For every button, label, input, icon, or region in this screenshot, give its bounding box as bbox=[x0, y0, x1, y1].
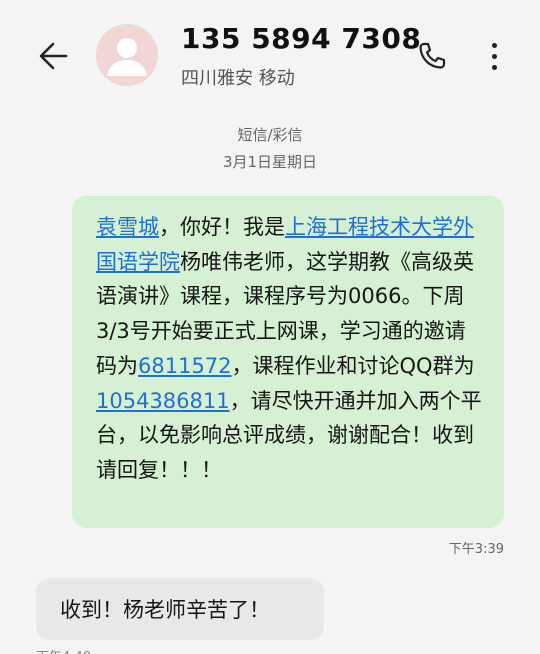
conversation-header: 135 5894 7308 四川雅安 移动 bbox=[0, 0, 540, 110]
message-text: ，课程作业和讨论QQ群为 bbox=[231, 353, 475, 378]
message-text: 收到！杨老师辛苦了！ bbox=[60, 598, 270, 622]
back-button[interactable] bbox=[34, 36, 74, 76]
thread-date-label: 3月1日星期日 bbox=[222, 153, 318, 171]
message-type-label: 短信/彩信 bbox=[237, 126, 303, 144]
received-message-bubble[interactable]: 收到！杨老师辛苦了！ bbox=[36, 578, 324, 640]
sent-message-bubble[interactable]: 袁雪城，你好！我是上海工程技术大学外国语学院杨唯伟老师，这学期教《高级英语演讲》… bbox=[72, 196, 504, 528]
more-options-button[interactable] bbox=[478, 36, 510, 76]
qq-group-link[interactable]: 1054386811 bbox=[96, 389, 230, 413]
avatar[interactable] bbox=[96, 24, 158, 86]
message-text: ，你好！我是 bbox=[159, 215, 285, 239]
phone-icon bbox=[419, 42, 446, 69]
contact-number: 135 5894 7308 bbox=[181, 22, 422, 55]
contact-location: 四川雅安 移动 bbox=[181, 68, 295, 89]
arrow-left-icon bbox=[39, 42, 68, 70]
received-message-time: 下午4:40 bbox=[36, 646, 91, 654]
call-button[interactable] bbox=[412, 36, 452, 76]
invite-code-link[interactable]: 6811572 bbox=[138, 354, 232, 378]
more-vertical-icon bbox=[491, 42, 497, 48]
contact-name-link[interactable]: 袁雪城 bbox=[96, 215, 159, 239]
person-icon bbox=[107, 38, 147, 76]
sent-message-time: 下午3:39 bbox=[448, 542, 504, 557]
